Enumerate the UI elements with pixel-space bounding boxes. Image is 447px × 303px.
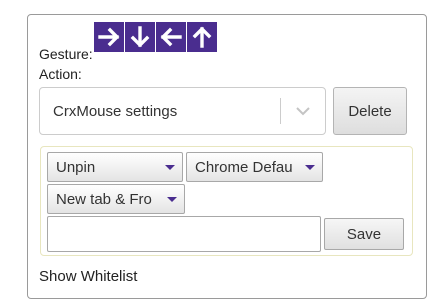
delete-button[interactable]: Delete — [333, 87, 407, 135]
chevron-down-icon[interactable] — [281, 88, 325, 134]
action-text-input[interactable] — [47, 216, 321, 252]
gesture-arrow-list — [93, 22, 218, 54]
tab-select[interactable]: New tab & Fro — [47, 184, 185, 214]
arrow-left-icon — [155, 22, 186, 52]
browser-select-value: Chrome Defau — [195, 158, 293, 176]
gesture-label: Gesture: — [39, 46, 93, 62]
action-select-value: CrxMouse settings — [53, 102, 178, 120]
arrow-right-icon — [93, 22, 124, 52]
action-select[interactable]: CrxMouse settings — [39, 87, 326, 135]
gesture-settings-panel: Gesture: Action: CrxMouse settings Delet… — [27, 14, 427, 299]
arrow-up-icon — [186, 22, 217, 52]
action-options-box: Unpin Chrome Defau New tab & Fro Save — [40, 146, 413, 256]
arrow-down-icon — [124, 22, 155, 52]
gesture-row: Gesture: — [39, 22, 218, 62]
caret-down-icon — [167, 196, 177, 202]
pin-select-value: Unpin — [56, 158, 96, 176]
caret-down-icon — [165, 164, 175, 170]
caret-down-icon — [305, 164, 315, 170]
tab-select-value: New tab & Fro — [56, 190, 152, 208]
save-button[interactable]: Save — [324, 218, 404, 250]
browser-select[interactable]: Chrome Defau — [186, 152, 323, 182]
action-label: Action: — [39, 66, 82, 82]
show-whitelist-link[interactable]: Show Whitelist — [39, 268, 137, 285]
pin-select[interactable]: Unpin — [47, 152, 183, 182]
